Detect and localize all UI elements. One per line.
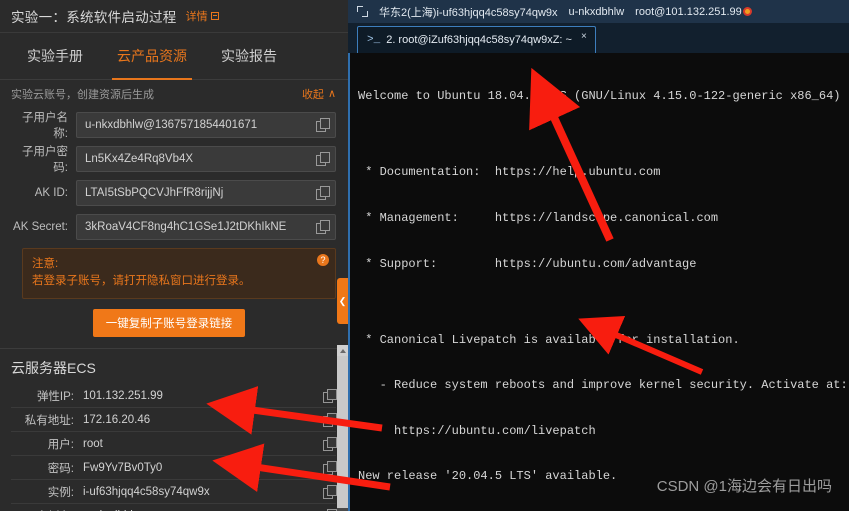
app-root: 实验一：系统软件启动过程 详情 实验手册 云产品资源 实验报告 实验云账号，创建… [0,0,849,511]
detail-link[interactable]: 详情 [186,8,219,24]
topbar-host-text: root@101.132.251.99 [635,5,742,18]
field-label: AK ID: [34,186,68,199]
connection-status-icon [742,6,752,16]
ecs-row-instance-name: 实例名: u-nkxdbhlw [11,504,337,511]
ak-id-input[interactable]: LTAI5tSbPQCVJhFfR8rijjNj [76,179,336,206]
terminal-line: Welcome to Ubuntu 18.04.5 LTS (GNU/Linux… [358,89,841,104]
field-label: AK Secret: [13,220,68,233]
field-value: LTAI5tSbPQCVJhFfR8rijjNj [85,186,224,199]
terminal-line: - Reduce system reboots and improve kern… [358,378,848,393]
copy-icon[interactable] [316,118,330,132]
topbar-region: 华东2(上海)i-uf63hjqq4c58sy74qw9x [379,6,558,19]
ecs-value: 101.132.251.99 [83,389,163,402]
field-row-subuser-name: 子用户名称: u-nkxdbhlw@1367571854401671 [11,110,336,140]
ecs-label: 实例名: [11,508,83,511]
tab-lab-report[interactable]: 实验报告 [204,33,294,80]
field-value: 3kRoaV4CF8ng4hC1GSe1J2tDKhIkNE [85,220,287,233]
page-title: 实验一：系统软件启动过程 [11,10,177,25]
field-row-subuser-password: 子用户密码: Ln5Kx4Ze4Rq8Vb4X [11,144,336,174]
terminal-line: * Documentation: https://help.ubuntu.com [358,165,661,180]
detail-label: 详情 [185,11,208,23]
terminal-output[interactable]: Welcome to Ubuntu 18.04.5 LTS (GNU/Linux… [348,53,849,511]
copy-login-link-button[interactable]: 一键复制子账号登录链接 [92,309,246,337]
left-panel-scrollbar[interactable] [337,345,348,511]
field-row-ak-id: AK ID: LTAI5tSbPQCVJhFfR8rijjNj [11,178,336,207]
experiment-header: 实验一：系统软件启动过程 详情 [0,0,348,33]
expand-icon[interactable] [357,6,368,17]
ecs-row-elastic-ip: 弹性IP: 101.132.251.99 [11,384,337,408]
field-row-ak-secret: AK Secret: 3kRoaV4CF8ng4hC1GSe1J2tDKhIkN… [11,212,336,241]
ecs-value: i-uf63hjqq4c58sy74qw9x [83,485,210,498]
chevron-up-icon: ∧ [327,87,336,100]
terminal-line: * Support: https://ubuntu.com/advantage [358,256,697,271]
ak-secret-input[interactable]: 3kRoaV4CF8ng4hC1GSe1J2tDKhIkNE [76,213,336,240]
ecs-label: 弹性IP: [36,390,74,403]
terminal-panel: 华东2(上海)i-uf63hjqq4c58sy74qw9x u-nkxdbhlw… [348,0,849,511]
copy-button-row: 一键复制子账号登录链接 [0,309,348,337]
copy-icon[interactable] [316,152,330,166]
notice-body: 若登录子账号，请打开隐私窗口进行登录。 [32,275,251,287]
copy-icon[interactable] [323,389,337,403]
field-value: u-nkxdbhlw@1367571854401671 [85,118,258,131]
terminal-line: New release '20.04.5 LTS' available. [358,469,618,484]
field-label: 子用户密码: [22,145,68,174]
scrollbar-thumb[interactable] [337,356,348,508]
prompt-icon: >_ [367,34,381,46]
ecs-row-password: 密码: Fw9Yv7Bv0Ty0 [11,456,337,480]
notice-box: 注意: 若登录子账号，请打开隐私窗口进行登录。 ? [22,248,336,299]
notice-title: 注意: [32,258,59,270]
copy-icon[interactable] [323,413,337,427]
lab-resources-panel: 实验一：系统软件启动过程 详情 实验手册 云产品资源 实验报告 实验云账号，创建… [0,0,348,511]
field-value: Ln5Kx4Ze4Rq8Vb4X [85,152,194,165]
ecs-label: 密码: [47,462,74,475]
copy-icon[interactable] [323,485,337,499]
ecs-value: 172.16.20.46 [83,413,151,426]
help-icon[interactable]: ? [317,254,329,266]
topbar-host: root@101.132.251.99 [635,6,752,18]
subuser-password-input[interactable]: Ln5Kx4Ze4Rq8Vb4X [76,145,336,172]
ecs-row-instance: 实例: i-uf63hjqq4c58sy74qw9x [11,480,337,504]
close-icon[interactable]: × [581,31,587,42]
ecs-row-private-ip: 私有地址: 172.16.20.46 [11,408,337,432]
terminal-tabbar: >_ 2. root@iZuf63hjqq4c58sy74qw9xZ: ~ × [348,23,849,53]
ecs-value: root [83,437,103,450]
account-subheader-text: 实验云账号，创建资源后生成 [11,89,154,101]
ecs-value: Fw9Yv7Bv0Ty0 [83,461,163,474]
terminal-line: * Canonical Livepatch is available for i… [358,332,740,347]
ecs-row-user: 用户: root [11,432,337,456]
copy-icon[interactable] [323,437,337,451]
ecs-label: 用户: [47,438,74,451]
ecs-title: 云服务器ECS [11,360,96,376]
terminal-line: https://ubuntu.com/livepatch [358,423,596,438]
field-label: 子用户名称: [22,111,68,140]
tab-cloud-resources[interactable]: 云产品资源 [100,33,204,80]
subuser-name-input[interactable]: u-nkxdbhlw@1367571854401671 [76,111,336,138]
credential-fields: 子用户名称: u-nkxdbhlw@1367571854401671 子用户密码… [0,108,348,241]
copy-icon[interactable] [316,186,330,200]
copy-icon[interactable] [316,220,330,234]
collapse-label: 收起 [301,89,324,101]
detail-icon [210,12,219,20]
ecs-section: 云服务器ECS 弹性IP: 101.132.251.99 私有地址: 172.1… [0,349,348,511]
topbar-user: u-nkxdbhlw [568,5,625,18]
ecs-label: 私有地址: [24,414,74,427]
account-subheader: 实验云账号，创建资源后生成 收起 ∧ [0,80,348,108]
terminal-topbar: 华东2(上海)i-uf63hjqq4c58sy74qw9x u-nkxdbhlw… [348,0,849,23]
panel-tabs: 实验手册 云产品资源 实验报告 [0,33,348,80]
scroll-up-icon[interactable] [337,345,348,356]
terminal-tab-label: 2. root@iZuf63hjqq4c58sy74qw9xZ: ~ [386,34,572,46]
terminal-line: * Management: https://landscape.canonica… [358,211,719,226]
copy-icon[interactable] [323,461,337,475]
panel-collapse-handle[interactable]: ❮ [337,278,348,324]
collapse-toggle[interactable]: 收起 ∧ [302,86,336,102]
tab-lab-manual[interactable]: 实验手册 [10,33,100,80]
ecs-label: 实例: [47,486,74,499]
terminal-session-tab[interactable]: >_ 2. root@iZuf63hjqq4c58sy74qw9xZ: ~ × [357,26,596,53]
